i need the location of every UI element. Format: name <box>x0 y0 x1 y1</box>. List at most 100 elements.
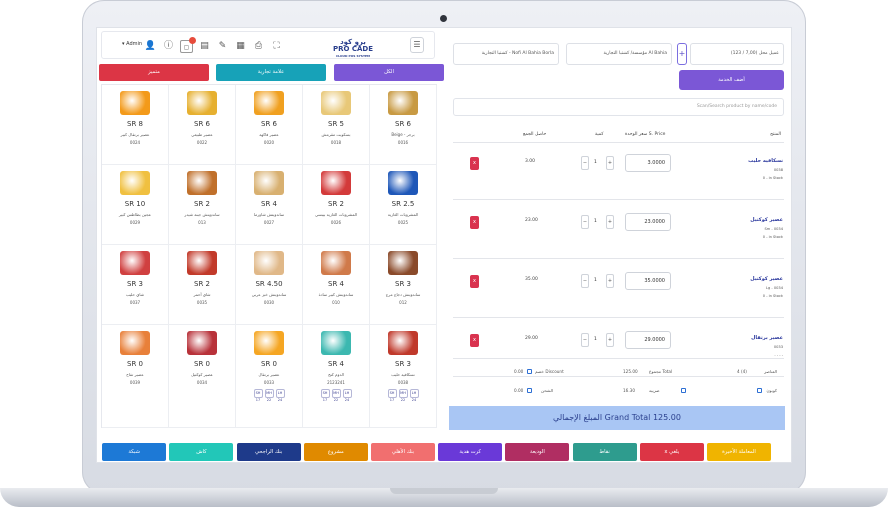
product-card[interactable]: SR 2.5 المشروبات الغازية 0025 <box>370 165 437 245</box>
remove-item-button[interactable]: x <box>470 216 479 229</box>
payment-button[interactable]: الوديعة <box>505 443 570 461</box>
clipboard-icon[interactable]: ▤ <box>198 40 211 53</box>
category-all[interactable]: الكل <box>334 64 444 81</box>
product-card[interactable]: SR 3 شاي حليب 0037 <box>102 245 169 325</box>
bell-icon[interactable]: ▢ <box>180 37 196 53</box>
product-name: عصير تفاح <box>126 372 144 377</box>
product-card[interactable]: SR 2 المشروبات الغازية بيبسي 0026 <box>303 165 370 245</box>
edit-icon[interactable]: ✎ <box>216 40 229 53</box>
qty-increase-button[interactable]: + <box>606 333 614 347</box>
remove-item-button[interactable]: x <box>470 157 479 170</box>
product-card[interactable]: SR 10 عجين بطاطس كبير 0029 <box>102 165 169 245</box>
customer-select[interactable]: عميل محل (7,00 / 123) <box>690 43 784 65</box>
remove-item-button[interactable]: x <box>470 334 479 347</box>
qty-decrease-button[interactable]: − <box>581 215 589 229</box>
discount-value: 0.00 <box>514 369 524 374</box>
calculator-icon[interactable]: ▦ <box>234 40 247 53</box>
product-card[interactable]: SR 4 ساندويتش كبير سادة 010 <box>303 245 370 325</box>
size-option[interactable]: SH 17 <box>387 389 397 402</box>
payment-button[interactable]: نقاط <box>572 443 637 461</box>
shipping-edit-icon[interactable] <box>527 388 532 393</box>
size-option[interactable]: LH 24 <box>275 389 285 402</box>
qty-value[interactable]: 1 <box>594 160 597 165</box>
remove-item-button[interactable]: x <box>470 275 479 288</box>
cart-item-name[interactable]: نسكافيه حليب <box>723 158 783 164</box>
user-icon[interactable]: 👤 <box>144 40 157 53</box>
add-customer-button[interactable]: + <box>677 43 687 65</box>
unit-price-input[interactable]: 23.0000 <box>625 213 671 231</box>
cart-item-code: Sm - 0034 <box>764 227 783 231</box>
totals-divider <box>453 358 784 359</box>
cart-item-name[interactable]: عصير برتقال <box>723 335 783 341</box>
coupon-edit-icon[interactable] <box>757 388 762 393</box>
product-card[interactable]: SR 6 عصير فاكهة 0020 <box>236 85 303 165</box>
admin-menu[interactable]: ▾ Admin <box>122 41 142 47</box>
product-card[interactable]: SR 4 الدوم كنج 2123241 SH 17 MH 22 LH 24 <box>303 325 370 428</box>
category-featured[interactable]: متميز <box>99 64 209 81</box>
qty-increase-button[interactable]: + <box>606 215 614 229</box>
print-icon[interactable]: ⎙ <box>252 40 265 53</box>
unit-price-input[interactable]: 3.0000 <box>625 154 671 172</box>
discount-edit-icon[interactable] <box>527 369 532 374</box>
payment-button[interactable]: كاش <box>169 443 234 461</box>
cart-item-name[interactable]: عصير كوكتيل <box>723 217 783 223</box>
size-option[interactable]: MH 22 <box>264 389 274 402</box>
payment-button[interactable]: بنك الراجحي <box>236 443 301 461</box>
product-name: ساندويتش خبز عربي <box>251 292 287 297</box>
product-card[interactable]: SR 4.50 ساندويتش خبز عربي 0030 <box>236 245 303 325</box>
product-code: 0029 <box>129 220 141 225</box>
qty-increase-button[interactable]: + <box>606 156 614 170</box>
product-price: SR 0 <box>194 360 210 368</box>
product-card[interactable]: SR 3 نسكافيه حليب 0038 SH 17 MH 22 LH 24 <box>370 325 437 428</box>
cart-item-name[interactable]: عصير كوكتيل <box>723 276 783 282</box>
cart-item-stock: 0 - in Stock <box>762 235 783 239</box>
size-option[interactable]: SH 17 <box>253 389 263 402</box>
product-card[interactable]: SR 4 ساندويتش شاورما 0027 <box>236 165 303 245</box>
size-option[interactable]: MH 22 <box>398 389 408 402</box>
qty-decrease-button[interactable]: − <box>581 156 589 170</box>
store-select[interactable]: Al Bahia مؤسسة/ كشتبا التجارية <box>566 43 672 65</box>
help-icon[interactable]: ⓘ <box>162 40 175 53</box>
qty-increase-button[interactable]: + <box>606 274 614 288</box>
product-card[interactable]: SR 0 عصير كوكتيل 0034 <box>169 325 236 428</box>
qty-value[interactable]: 1 <box>594 278 597 283</box>
product-name: المشروبات الغازية <box>387 212 419 217</box>
warehouse-select[interactable]: Nofi Al Bahia Borla - كشتبا التجارية <box>453 43 559 65</box>
tax-edit-icon[interactable] <box>681 388 686 393</box>
size-option[interactable]: MH 22 <box>331 389 341 402</box>
product-image <box>120 331 150 355</box>
size-option[interactable]: LH 24 <box>342 389 352 402</box>
unit-price-input[interactable]: 29.0000 <box>625 331 671 349</box>
payment-button[interactable]: شبكة <box>102 443 167 461</box>
product-card[interactable]: SR 6 Beige - برجر 0016 <box>370 85 437 165</box>
product-card[interactable]: SR 6 عصير طبيعي 0022 <box>169 85 236 165</box>
payment-button[interactable]: مشروع <box>303 443 368 461</box>
product-card[interactable]: SR 3 ساندويتش دجاج مرج 012 <box>370 245 437 325</box>
unit-price-input[interactable]: 35.0000 <box>625 272 671 290</box>
size-option[interactable]: LH 24 <box>409 389 419 402</box>
qty-decrease-button[interactable]: − <box>581 333 589 347</box>
product-image <box>120 171 150 195</box>
size-options: SH 17 MH 22 LH 24 <box>236 389 302 402</box>
product-card[interactable]: SR 5 بسكويت مقرمش 0018 <box>303 85 370 165</box>
payment-button[interactable]: بنك الأهلي <box>371 443 435 461</box>
size-option[interactable]: SH 17 <box>320 389 330 402</box>
product-card[interactable]: SR 2 شاي أحمر 0035 <box>169 245 236 325</box>
product-image <box>388 91 418 115</box>
product-search-input[interactable]: Scan/Search product by name/code <box>453 98 784 116</box>
fullscreen-icon[interactable]: ⛶ <box>270 40 283 53</box>
hamburger-menu-icon[interactable]: ☰ <box>410 37 424 53</box>
qty-value[interactable]: 1 <box>594 337 597 342</box>
product-card[interactable]: SR 0 عصير تفاح 0039 <box>102 325 169 428</box>
qty-decrease-button[interactable]: − <box>581 274 589 288</box>
payment-button[interactable]: المعاملة الأخيرة <box>707 443 771 461</box>
shipping-label: الشحن <box>541 388 554 393</box>
add-service-button[interactable]: أضف الخدمة <box>679 70 784 90</box>
payment-button[interactable]: كرت هدية <box>438 443 503 461</box>
product-card[interactable]: SR 8 عصير برتقال كبير 0024 <box>102 85 169 165</box>
qty-value[interactable]: 1 <box>594 219 597 224</box>
payment-button[interactable]: x يلغي <box>639 443 704 461</box>
product-card[interactable]: SR 0 عصير برتقال 0033 SH 17 MH 22 LH 24 <box>236 325 303 428</box>
product-card[interactable]: SR 2 ساندويتش جبنة شيدر 013 <box>169 165 236 245</box>
category-brand[interactable]: علامة تجارية <box>216 64 326 81</box>
